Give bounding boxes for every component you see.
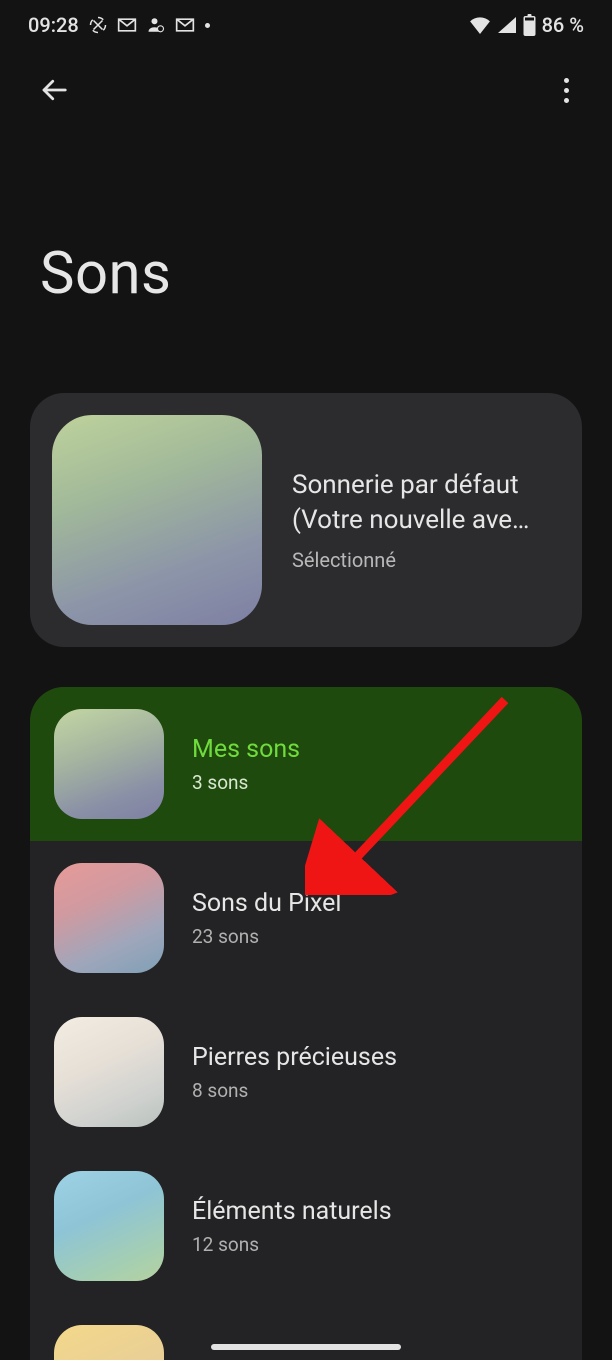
category-natural-elements[interactable]: Éléments naturels 12 sons xyxy=(30,1149,582,1303)
category-thumbnail xyxy=(54,863,164,973)
app-bar xyxy=(0,50,612,130)
category-thumbnail xyxy=(54,1017,164,1127)
more-vert-icon xyxy=(564,78,569,103)
status-right: 86 % xyxy=(469,13,584,37)
gmail-icon xyxy=(175,17,195,33)
category-thumbnail xyxy=(54,1325,164,1360)
more-button[interactable] xyxy=(542,66,590,114)
pinwheel-icon xyxy=(89,16,107,34)
person-pin-icon xyxy=(147,16,165,34)
default-ringtone-text: Sonnerie par défaut (Votre nouvelle ave…… xyxy=(292,468,560,572)
gmail-icon xyxy=(117,17,137,33)
battery-icon xyxy=(523,14,536,36)
category-title: Pierres précieuses xyxy=(192,1043,558,1073)
category-gemstones[interactable]: Pierres précieuses 8 sons xyxy=(30,995,582,1149)
default-ringtone-card[interactable]: Sonnerie par défaut (Votre nouvelle ave…… xyxy=(30,393,582,647)
ringtone-thumbnail xyxy=(52,415,262,625)
category-subtitle: 3 sons xyxy=(192,771,558,794)
status-left: 09:28 xyxy=(28,13,210,37)
category-title: Sons du Pixel xyxy=(192,889,558,919)
category-subtitle: 12 sons xyxy=(192,1233,558,1256)
page-title: Sons xyxy=(0,130,612,393)
signal-icon xyxy=(497,16,517,34)
back-button[interactable] xyxy=(30,66,78,114)
sound-categories-list: Mes sons 3 sons Sons du Pixel 23 sons Pi… xyxy=(30,687,582,1360)
default-ringtone-subtitle: Sélectionné xyxy=(292,548,560,572)
category-thumbnail xyxy=(54,1171,164,1281)
category-material-adventures[interactable]: Aventures Material xyxy=(30,1303,582,1360)
status-bar: 09:28 86 % xyxy=(0,0,612,50)
nav-handle[interactable] xyxy=(211,1344,401,1350)
category-pixel-sounds[interactable]: Sons du Pixel 23 sons xyxy=(30,841,582,995)
category-subtitle: 23 sons xyxy=(192,925,558,948)
category-title: Mes sons xyxy=(192,735,558,765)
category-thumbnail xyxy=(54,709,164,819)
default-ringtone-title: Sonnerie par défaut (Votre nouvelle ave… xyxy=(292,468,560,538)
overflow-dot-icon xyxy=(205,23,210,28)
battery-percentage: 86 % xyxy=(542,13,584,37)
category-my-sounds[interactable]: Mes sons 3 sons xyxy=(30,687,582,841)
status-time: 09:28 xyxy=(28,13,79,37)
category-title: Éléments naturels xyxy=(192,1197,558,1227)
arrow-left-icon xyxy=(39,75,69,105)
wifi-icon xyxy=(469,16,491,34)
category-subtitle: 8 sons xyxy=(192,1079,558,1102)
